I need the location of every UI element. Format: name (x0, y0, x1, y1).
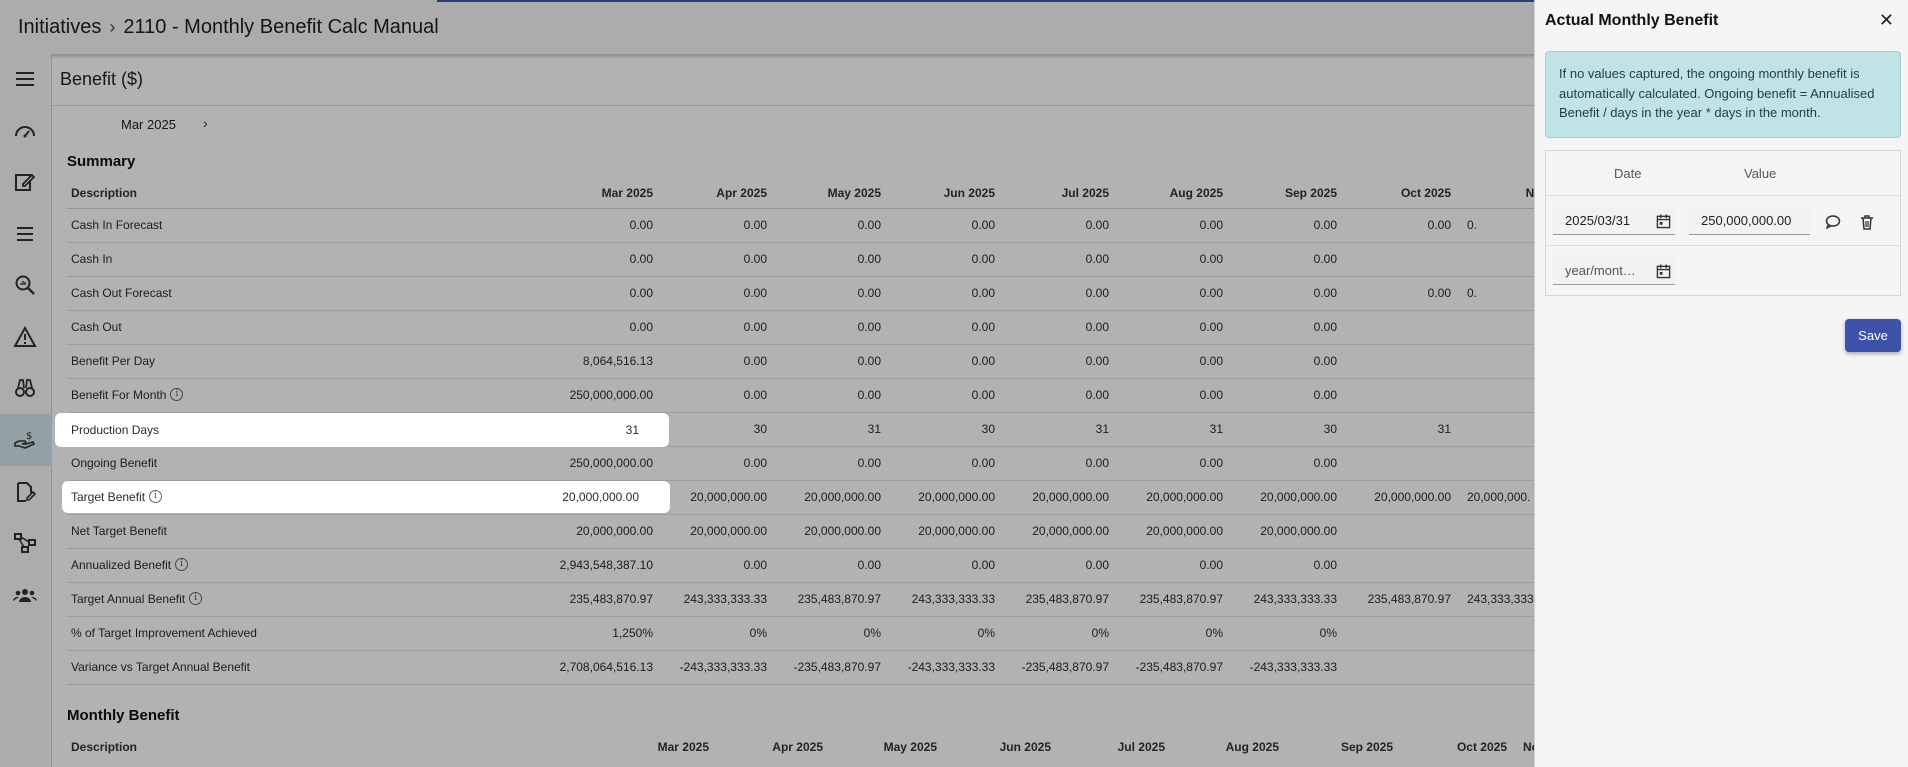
value-field-value: 250,000,000.00 (1701, 213, 1792, 228)
target-benefit-label: Target Benefit (71, 490, 146, 504)
target-benefit-label-wrap: Target Benefit i (71, 490, 163, 504)
date-field[interactable]: 2025/03/31 (1553, 207, 1675, 235)
save-button[interactable]: Save (1845, 319, 1901, 352)
panel-title: Actual Monthly Benefit (1545, 12, 1719, 29)
trash-icon[interactable] (1858, 213, 1876, 231)
value-field[interactable]: 250,000,000.00 (1689, 207, 1810, 235)
date-field-value: 2025/03/31 (1565, 213, 1631, 228)
highlight-production-days-row: Production Days 31 (55, 413, 669, 447)
target-benefit-value: 20,000,000.00 (562, 490, 639, 504)
production-days-label: Production Days (71, 423, 160, 437)
new-date-placeholder: year/mont… (1565, 263, 1636, 278)
calendar-icon[interactable] (1656, 263, 1671, 279)
divider (1546, 195, 1900, 196)
actual-monthly-benefit-panel: Actual Monthly Benefit ✕ If no values ca… (1534, 0, 1908, 767)
benefit-values-table: Date Value 2025/03/31 250,000,000.00 yea… (1545, 150, 1901, 296)
new-date-field[interactable]: year/mont… (1553, 257, 1675, 285)
production-days-value: 31 (625, 423, 639, 437)
close-icon[interactable]: ✕ (1879, 10, 1894, 31)
divider (1546, 245, 1900, 246)
highlight-target-benefit-row: Target Benefit i 20,000,000.00 (62, 481, 670, 513)
date-column-header: Date (1614, 166, 1642, 181)
info-message: If no values captured, the ongoing month… (1545, 51, 1901, 138)
info-icon[interactable]: i (149, 490, 163, 503)
calendar-icon[interactable] (1656, 213, 1671, 229)
value-column-header: Value (1744, 166, 1777, 181)
comment-icon[interactable] (1824, 213, 1842, 231)
modal-backdrop[interactable] (0, 0, 1534, 767)
